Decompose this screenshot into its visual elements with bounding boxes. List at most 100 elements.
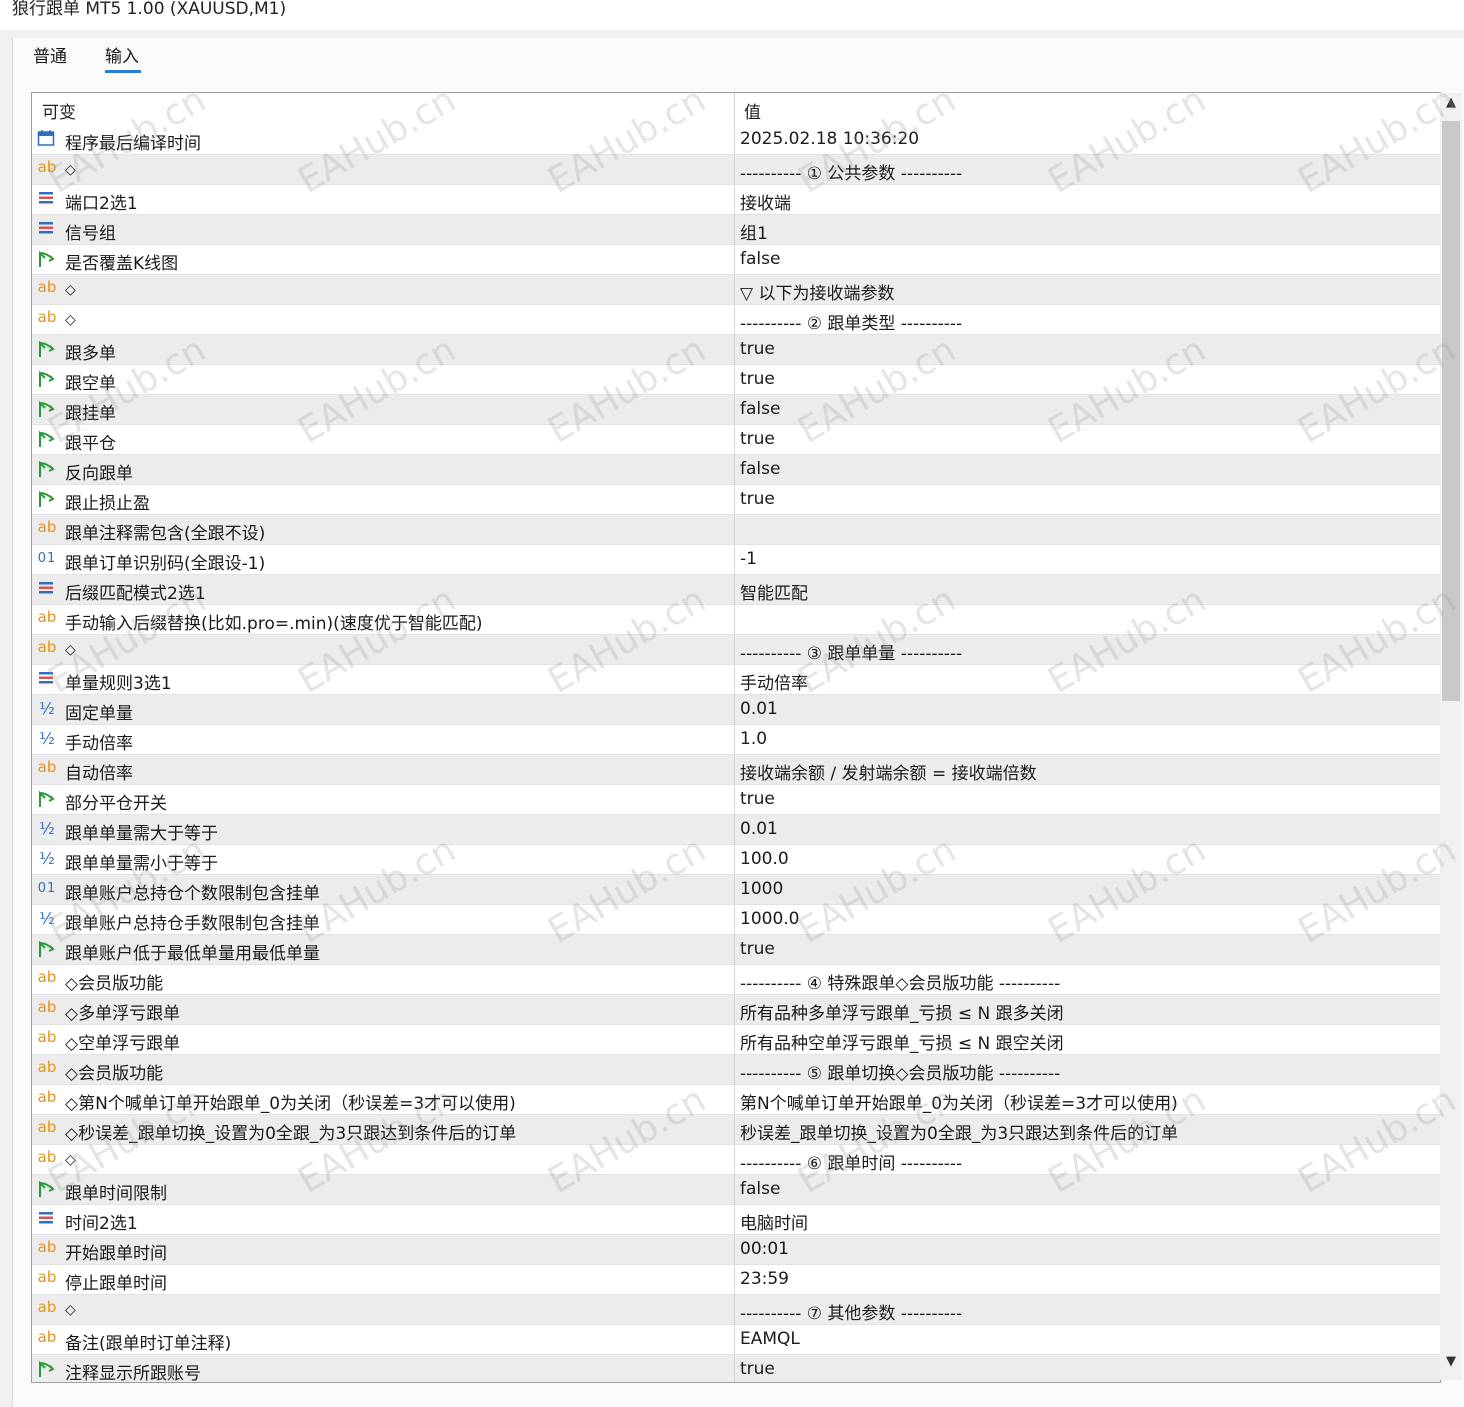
- bool-toggle-icon: [37, 939, 57, 959]
- table-row[interactable]: 程序最后编译时间 2025.02.18 10:36:20: [32, 125, 1440, 155]
- table-row[interactable]: 后缀匹配模式2选1 智能匹配: [32, 575, 1440, 605]
- scrollbar-thumb[interactable]: [1442, 121, 1460, 701]
- param-value[interactable]: 所有品种多单浮亏跟单_亏损 ≤ N 跟多关闭: [740, 999, 1064, 1024]
- param-value[interactable]: true: [740, 1359, 775, 1379]
- param-value[interactable]: true: [740, 429, 775, 449]
- table-row[interactable]: 跟空单 true: [32, 365, 1440, 395]
- scroll-up-icon[interactable]: ▲: [1440, 95, 1462, 119]
- table-row[interactable]: ab ◇多单浮亏跟单 所有品种多单浮亏跟单_亏损 ≤ N 跟多关闭: [32, 995, 1440, 1025]
- param-value[interactable]: 2025.02.18 10:36:20: [740, 129, 919, 149]
- table-row[interactable]: 反向跟单 false: [32, 455, 1440, 485]
- param-value[interactable]: -1: [740, 549, 757, 569]
- param-value[interactable]: 0.01: [740, 819, 778, 839]
- table-row[interactable]: ab ◇会员版功能 ---------- ⑤ 跟单切换◇会员版功能 --------…: [32, 1055, 1440, 1085]
- table-row[interactable]: ab 备注(跟单时订单注释) EAMQL: [32, 1325, 1440, 1355]
- param-value[interactable]: true: [740, 339, 775, 359]
- table-row[interactable]: ab ◇会员版功能 ---------- ④ 特殊跟单◇会员版功能 --------…: [32, 965, 1440, 995]
- tab-common[interactable]: 普通: [33, 42, 67, 67]
- param-value[interactable]: 手动倍率: [740, 669, 808, 694]
- param-value[interactable]: ---------- ③ 跟单单量 ----------: [740, 639, 962, 664]
- param-value[interactable]: 接收端余额 / 发射端余额 = 接收端倍数: [740, 759, 1037, 784]
- table-row[interactable]: ab ◇ ▽ 以下为接收端参数: [32, 275, 1440, 305]
- vertical-scrollbar[interactable]: ▲ ▼: [1440, 93, 1462, 1380]
- param-value[interactable]: 100.0: [740, 849, 789, 869]
- table-row[interactable]: ½ 跟单账户总持仓手数限制包含挂单 1000.0: [32, 905, 1440, 935]
- table-row[interactable]: ab ◇ ---------- ② 跟单类型 ----------: [32, 305, 1440, 335]
- param-name: 程序最后编译时间: [65, 134, 201, 154]
- table-row[interactable]: ab 手动输入后缀替换(比如.pro=.min)(速度优于智能匹配): [32, 605, 1440, 635]
- param-value[interactable]: 0.01: [740, 699, 778, 719]
- param-value[interactable]: 接收端: [740, 189, 791, 214]
- param-value[interactable]: EAMQL: [740, 1329, 800, 1349]
- param-value[interactable]: 1000.0: [740, 909, 799, 929]
- param-value[interactable]: ---------- ② 跟单类型 ----------: [740, 309, 962, 334]
- param-value[interactable]: 00:01: [740, 1239, 789, 1259]
- table-row[interactable]: 跟单账户低于最低单量用最低单量 true: [32, 935, 1440, 965]
- param-value[interactable]: true: [740, 789, 775, 809]
- param-value[interactable]: false: [740, 459, 780, 479]
- param-value[interactable]: 秒误差_跟单切换_设置为0全跟_为3只跟达到条件后的订单: [740, 1119, 1178, 1144]
- cell-separator: [734, 215, 735, 245]
- param-value[interactable]: ---------- ⑥ 跟单时间 ----------: [740, 1149, 962, 1174]
- table-row[interactable]: 跟平仓 true: [32, 425, 1440, 455]
- param-value[interactable]: ---------- ④ 特殊跟单◇会员版功能 ----------: [740, 969, 1060, 994]
- param-value[interactable]: 所有品种空单浮亏跟单_亏损 ≤ N 跟空关闭: [740, 1029, 1064, 1054]
- param-value[interactable]: ---------- ① 公共参数 ----------: [740, 159, 962, 184]
- column-separator[interactable]: [734, 93, 735, 125]
- param-value[interactable]: 智能匹配: [740, 579, 808, 604]
- scroll-down-icon[interactable]: ▼: [1440, 1354, 1462, 1378]
- enum-list-icon: [37, 1209, 57, 1229]
- param-value[interactable]: ---------- ⑤ 跟单切换◇会员版功能 ----------: [740, 1059, 1060, 1084]
- cell-separator: [734, 1025, 735, 1055]
- table-row[interactable]: ½ 手动倍率 1.0: [32, 725, 1440, 755]
- table-row[interactable]: ½ 固定单量 0.01: [32, 695, 1440, 725]
- table-row[interactable]: 01 跟单订单识别码(全跟设-1) -1: [32, 545, 1440, 575]
- param-value[interactable]: 第N个喊单订单开始跟单_0为关闭（秒误差=3才可以使用): [740, 1089, 1178, 1114]
- table-row[interactable]: 跟止损止盈 true: [32, 485, 1440, 515]
- param-value[interactable]: false: [740, 1179, 780, 1199]
- tab-inputs[interactable]: 输入: [105, 42, 139, 67]
- param-value[interactable]: false: [740, 249, 780, 269]
- param-name: 端口2选1: [65, 194, 138, 214]
- table-row[interactable]: ab 跟单注释需包含(全跟不设): [32, 515, 1440, 545]
- table-row[interactable]: 跟多单 true: [32, 335, 1440, 365]
- table-row[interactable]: ab 自动倍率 接收端余额 / 发射端余额 = 接收端倍数: [32, 755, 1440, 785]
- table-row[interactable]: 时间2选1 电脑时间: [32, 1205, 1440, 1235]
- table-row[interactable]: ½ 跟单单量需小于等于 100.0: [32, 845, 1440, 875]
- table-row[interactable]: ab ◇ ---------- ③ 跟单单量 ----------: [32, 635, 1440, 665]
- table-row[interactable]: ab ◇ ---------- ① 公共参数 ----------: [32, 155, 1440, 185]
- column-header-value[interactable]: 值: [744, 98, 761, 123]
- table-row[interactable]: ab 停止跟单时间 23:59: [32, 1265, 1440, 1295]
- table-row[interactable]: 单量规则3选1 手动倍率: [32, 665, 1440, 695]
- table-row[interactable]: ab ◇秒误差_跟单切换_设置为0全跟_为3只跟达到条件后的订单 秒误差_跟单切换_…: [32, 1115, 1440, 1145]
- param-name: ◇: [65, 1302, 76, 1318]
- param-value[interactable]: 组1: [740, 219, 768, 244]
- param-value[interactable]: ▽ 以下为接收端参数: [740, 279, 894, 304]
- table-row[interactable]: ab ◇第N个喊单订单开始跟单_0为关闭（秒误差=3才可以使用) 第N个喊单订单开始…: [32, 1085, 1440, 1115]
- param-value[interactable]: ---------- ⑦ 其他参数 ----------: [740, 1299, 962, 1324]
- table-row[interactable]: 01 跟单账户总持仓个数限制包含挂单 1000: [32, 875, 1440, 905]
- param-value[interactable]: 电脑时间: [740, 1209, 808, 1234]
- param-value[interactable]: 23:59: [740, 1269, 789, 1289]
- table-row[interactable]: ab ◇ ---------- ⑥ 跟单时间 ----------: [32, 1145, 1440, 1175]
- table-row[interactable]: 跟挂单 false: [32, 395, 1440, 425]
- grid-rows: 程序最后编译时间 2025.02.18 10:36:20 ab ◇ ----------…: [32, 125, 1440, 1382]
- param-value[interactable]: false: [740, 399, 780, 419]
- column-header-variable[interactable]: 可变: [42, 98, 76, 123]
- param-value[interactable]: true: [740, 939, 775, 959]
- param-value[interactable]: true: [740, 489, 775, 509]
- table-row[interactable]: 是否覆盖K线图 false: [32, 245, 1440, 275]
- param-value[interactable]: 1000: [740, 879, 783, 899]
- param-value[interactable]: true: [740, 369, 775, 389]
- table-row[interactable]: ab ◇ ---------- ⑦ 其他参数 ----------: [32, 1295, 1440, 1325]
- param-value[interactable]: 1.0: [740, 729, 767, 749]
- table-row[interactable]: ½ 跟单单量需大于等于 0.01: [32, 815, 1440, 845]
- table-row[interactable]: 信号组 组1: [32, 215, 1440, 245]
- table-row[interactable]: 部分平仓开关 true: [32, 785, 1440, 815]
- table-row[interactable]: 注释显示所跟账号 true: [32, 1355, 1440, 1382]
- table-row[interactable]: ab ◇空单浮亏跟单 所有品种空单浮亏跟单_亏损 ≤ N 跟空关闭: [32, 1025, 1440, 1055]
- table-row[interactable]: 端口2选1 接收端: [32, 185, 1440, 215]
- table-row[interactable]: ab 开始跟单时间 00:01: [32, 1235, 1440, 1265]
- table-row[interactable]: 跟单时间限制 false: [32, 1175, 1440, 1205]
- cell-separator: [734, 1055, 735, 1085]
